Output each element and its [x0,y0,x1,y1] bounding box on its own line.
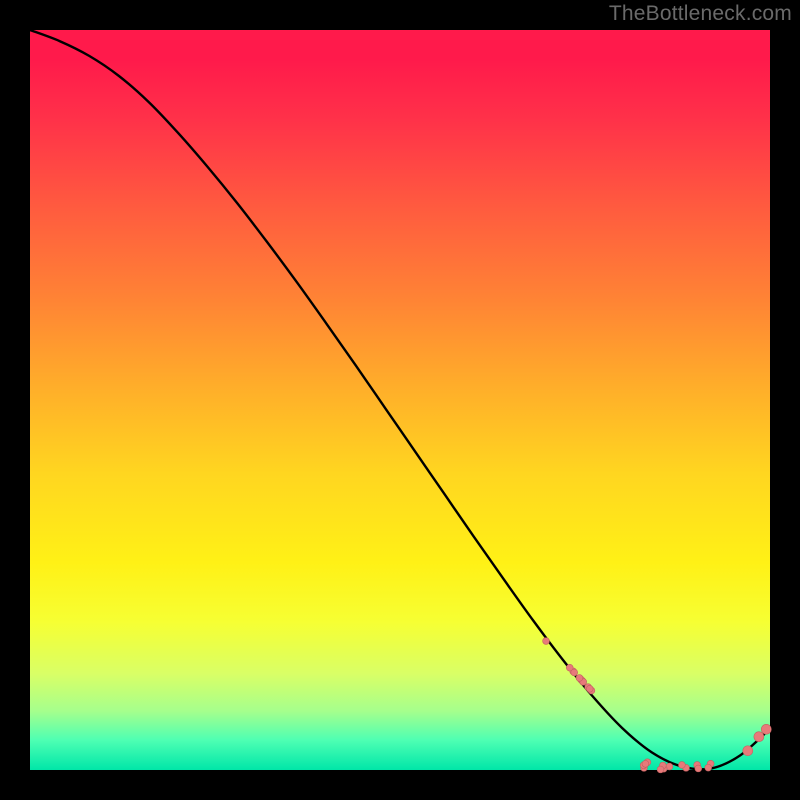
data-dot [678,762,685,769]
watermark-text: TheBottleneck.com [609,2,792,26]
data-dot [571,669,578,676]
data-dot [754,732,764,742]
data-dot [657,766,664,773]
data-dots [543,638,772,773]
chart-svg [30,30,770,770]
data-dot [743,746,753,756]
bottleneck-curve [30,30,770,769]
data-dot [761,724,771,734]
chart-frame: TheBottleneck.com [0,0,800,800]
data-dot [586,685,593,692]
data-dot [695,765,702,772]
data-dot [543,638,550,645]
data-dot [705,764,712,771]
plot-area [30,30,770,770]
data-dot [576,675,583,682]
data-dot [642,760,649,767]
